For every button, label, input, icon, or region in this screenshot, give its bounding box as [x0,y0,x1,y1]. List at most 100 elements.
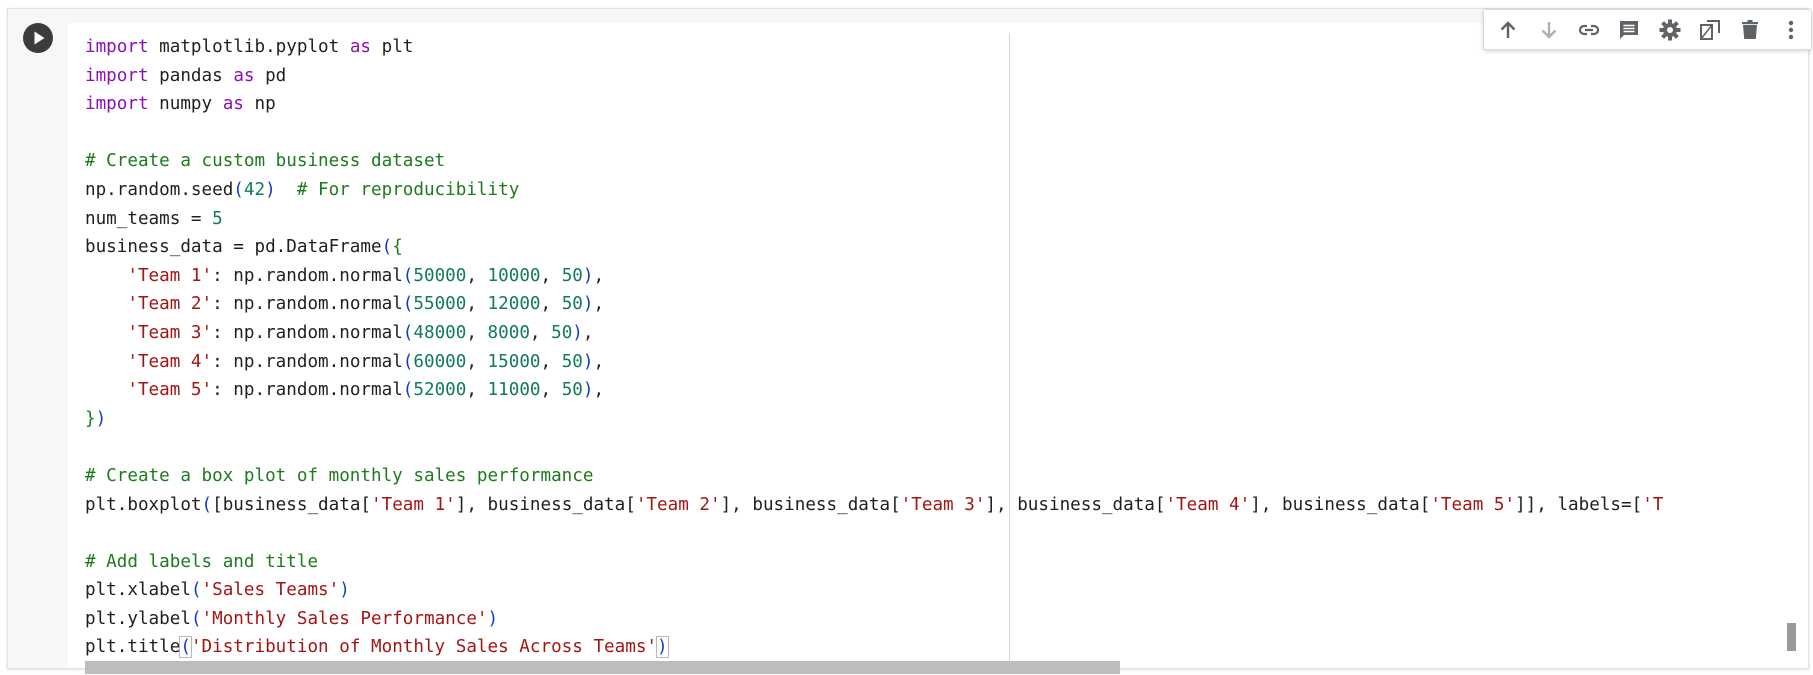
code-token: ( [381,237,393,258]
add-comment-button[interactable] [1609,10,1649,49]
code-token: 10000 [487,265,541,286]
code-cell[interactable]: import matplotlib.pyplot as plt import pa… [7,8,1812,674]
code-token: plt [371,37,414,57]
code-token: business_data = pd.DataFrame [85,237,382,258]
code-token: ) [487,608,499,629]
code-token: business_data[ [222,494,372,515]
code-token: 52000 [413,380,467,401]
move-cell-down-button[interactable] [1528,10,1568,49]
code-token: ( [233,179,244,200]
code-token: numpy [148,94,223,115]
delete-cell-button[interactable] [1730,10,1770,49]
code-token: 50000 [413,265,467,286]
code-token: 'Team 4' [127,351,213,372]
code-token: 8000 [487,322,530,343]
mirror-cell-button[interactable] [1690,10,1730,49]
code-token: 'Team 3' [127,322,213,343]
code-token: 50 [561,380,583,401]
code-token: [ [212,494,223,515]
code-token: ], business_data[ [720,494,901,515]
more-actions-button[interactable] [1771,10,1811,49]
code-token: import [85,94,149,115]
code-token: ) [582,380,594,401]
code-line[interactable]: # Create a custom business dataset [85,147,1663,176]
code-token: pandas [148,65,234,86]
code-token: 55000 [413,294,467,315]
code-token: 50 [551,322,573,343]
code-line[interactable]: plt.boxplot([business_data['Team 1'], bu… [85,491,1663,520]
code-token: ) [339,580,350,601]
code-token: # Create a custom business dataset [85,151,446,172]
move-cell-up-button[interactable] [1488,10,1528,49]
code-line[interactable]: 'Team 3': np.random.normal(48000, 8000, … [85,319,1663,348]
code-token: , [466,351,488,372]
run-cell-button[interactable] [23,23,53,53]
code-line[interactable]: plt.xlabel('Sales Teams') [85,576,1663,605]
cell-settings-button[interactable] [1650,10,1690,49]
code-token: : np.random.normal [212,322,403,343]
code-line[interactable]: np.random.seed(42) # For reproducibility [85,176,1663,205]
code-line[interactable]: import matplotlib.pyplot as plt [85,33,1663,62]
code-token: 50 [561,294,583,315]
code-token: plt.boxplot [85,494,202,515]
code-line[interactable]: plt.title('Distribution of Monthly Sales… [85,633,1663,662]
code-token: 12000 [487,294,541,315]
code-token: , [593,351,605,372]
code-token: ( [402,294,414,315]
code-token: 'Team 4' [1165,494,1251,515]
code-token: : np.random.normal [212,265,403,286]
code-token: ) [265,179,276,200]
code-line[interactable]: }) [85,405,1663,434]
code-line[interactable]: # Add labels and title [85,548,1663,577]
code-token: # Add labels and title [85,551,319,572]
code-line[interactable] [85,119,1663,148]
code-line[interactable]: plt.ylabel('Monthly Sales Performance') [85,605,1663,634]
code-editor[interactable]: import matplotlib.pyplot as plt import pa… [68,23,1808,668]
code-line[interactable]: business_data = pd.DataFrame({ [85,233,1663,262]
code-line[interactable]: import numpy as np [85,90,1663,119]
code-token: 'Team 5' [1430,494,1516,515]
trash-icon [1742,19,1759,39]
code-token: ) [582,351,594,372]
arrow-down-icon [1541,21,1556,39]
code-line[interactable]: 'Team 5': np.random.normal(52000, 11000,… [85,376,1663,405]
code-line[interactable]: 'Team 2': np.random.normal(55000, 12000,… [85,290,1663,319]
code-token: 'Distribution of Monthly Sales Across Te… [190,637,658,658]
more-vert-icon [1788,20,1794,39]
code-token: , [466,322,488,343]
code-token: pd [254,65,287,86]
code-token: num_teams = [85,208,213,229]
code-token: as [233,65,255,86]
comment-icon [1620,20,1639,39]
link-icon [1578,24,1600,35]
code-token: ( [402,380,414,401]
code-line[interactable] [85,519,1663,548]
code-token: ) [95,408,107,429]
code-token: matplotlib.pyplot [148,37,350,57]
code-line[interactable] [85,433,1663,462]
code-token: , [593,294,605,315]
code-token: 11000 [487,380,541,401]
code-line[interactable]: 'Team 4': np.random.normal(60000, 15000,… [85,348,1663,377]
code-text[interactable]: import matplotlib.pyplot as plt import pa… [85,33,1663,662]
code-line[interactable]: num_teams = 5 [85,205,1663,234]
horizontal-scrollbar-thumb[interactable] [85,661,1120,674]
code-token: 50 [561,265,583,286]
code-token: } [85,408,96,429]
code-token: np.random.seed [85,179,234,200]
code-token: , [466,265,488,286]
code-token: ( [190,608,202,629]
horizontal-scrollbar[interactable] [68,659,1808,675]
arrow-up-icon [1500,20,1516,38]
code-token: as [349,37,372,57]
code-token: ]], labels=[ [1515,494,1643,515]
code-line[interactable]: import pandas as pd [85,62,1663,91]
copy-link-button[interactable] [1569,10,1609,49]
code-line[interactable]: 'Team 1': np.random.normal(50000, 10000,… [85,262,1663,291]
code-token: , [582,322,594,343]
code-line[interactable]: # Create a box plot of monthly sales per… [85,462,1663,491]
vertical-scrollbar-thumb[interactable] [1787,623,1796,651]
code-token: ( [402,322,414,343]
